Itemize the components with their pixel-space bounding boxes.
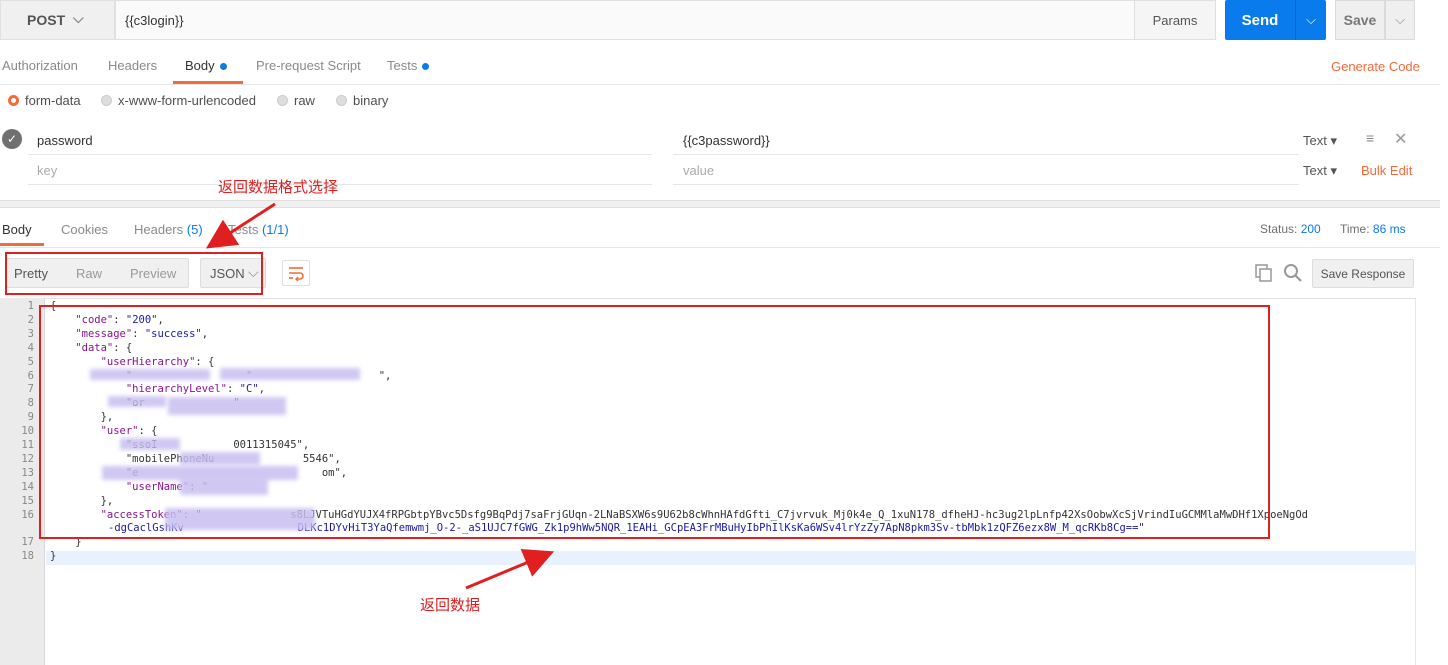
annotation-arrows (205, 202, 555, 590)
arrow-format (205, 202, 276, 249)
arrow-data (465, 549, 555, 590)
